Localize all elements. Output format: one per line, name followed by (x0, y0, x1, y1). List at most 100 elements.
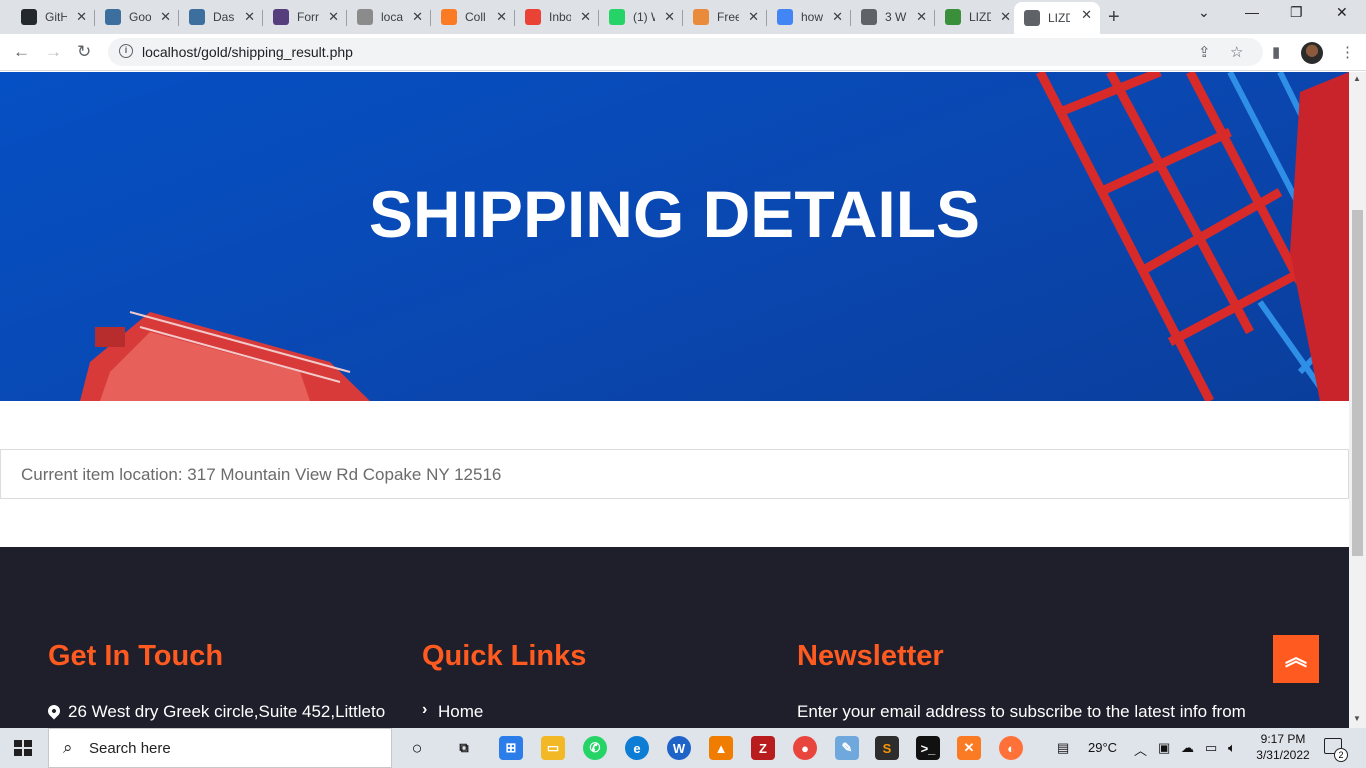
browser-tab[interactable]: (1) W ✕ (599, 4, 683, 30)
notification-count-badge: 2 (1334, 748, 1348, 762)
side-panel-icon[interactable]: ▮ (1272, 43, 1280, 61)
task-view-icon[interactable]: ⧉ (452, 736, 476, 760)
filezilla-icon[interactable]: Z (751, 736, 775, 760)
browser-tab[interactable]: Inbo ✕ (515, 4, 599, 30)
footer-address: 26 West dry Greek circle,Suite 452,Littl… (68, 702, 386, 721)
tab-search-icon[interactable]: ⌄ (1198, 4, 1210, 21)
wordweb-icon[interactable]: W (667, 736, 691, 760)
terminal-icon[interactable]: >_ (916, 736, 940, 760)
browser-tab[interactable]: GitH ✕ (11, 4, 95, 30)
profile-avatar[interactable] (1301, 42, 1323, 64)
onedrive-cloud-icon[interactable]: ☁ (1181, 740, 1194, 756)
quick-links-heading: Quick Links (422, 640, 587, 672)
address-bar[interactable]: i localhost/gold/shipping_result.php ⇪ ☆ (108, 38, 1263, 66)
site-info-icon[interactable]: i (119, 44, 133, 58)
hero-banner: SHIPPING DETAILS (0, 72, 1349, 401)
url-text[interactable]: localhost/gold/shipping_result.php (142, 44, 353, 60)
footer-link-home[interactable]: Home (438, 702, 483, 722)
search-icon: ⌕ (63, 738, 73, 757)
bootstrap-icon (273, 9, 289, 25)
close-tab-icon[interactable]: ✕ (748, 9, 759, 25)
web-page: SHIPPING DETAILS Current item location: … (0, 72, 1349, 728)
temperature-text[interactable]: 29°C (1088, 740, 1117, 755)
clock-date: 3/31/2022 (1256, 748, 1310, 762)
scroll-down-arrow-icon[interactable]: ▼ (1353, 714, 1361, 723)
tab-title: Das (213, 10, 235, 24)
browser-tab[interactable]: how ✕ (767, 4, 851, 30)
new-tab-button[interactable]: + (1108, 6, 1120, 29)
bookmark-star-icon[interactable]: ☆ (1230, 43, 1243, 61)
forward-icon[interactable]: → (45, 42, 62, 62)
browser-tab[interactable]: Coll ✕ (431, 4, 515, 30)
scrollbar-thumb[interactable] (1352, 210, 1363, 556)
weather-icon[interactable]: ▤ (1057, 740, 1069, 756)
xampp-icon[interactable]: ✕ (957, 736, 981, 760)
globe-icon (1024, 10, 1040, 26)
close-tab-icon[interactable]: ✕ (1000, 9, 1011, 25)
close-tab-icon[interactable]: ✕ (412, 9, 423, 25)
tray-chevron-up-icon[interactable]: ︿ (1134, 740, 1147, 759)
close-tab-icon[interactable]: ✕ (328, 9, 339, 25)
sublime-text-icon[interactable]: S (875, 736, 899, 760)
tab-title: LIZD (1048, 11, 1070, 25)
box-icon (693, 9, 709, 25)
browser-tab[interactable]: Das ✕ (179, 4, 263, 30)
scroll-up-arrow-icon[interactable]: ▲ (1353, 74, 1361, 83)
browser-tab[interactable]: 3 W ✕ (851, 4, 935, 30)
github-icon (21, 9, 37, 25)
volume-icon[interactable]: 🔈︎ (1228, 740, 1236, 756)
close-tab-icon[interactable]: ✕ (916, 9, 927, 25)
whatsapp-icon[interactable]: ✆ (583, 736, 607, 760)
back-icon[interactable]: ← (13, 42, 30, 62)
browser-tab[interactable]: LIZD ✕ (935, 4, 1019, 30)
firefox-icon[interactable]: ◐ (999, 736, 1023, 760)
browser-tab-bar: GitH✕Goo✕Das✕Forr✕loca✕Coll✕Inbo✕(1) W✕F… (0, 0, 1366, 34)
close-tab-icon[interactable]: ✕ (496, 9, 507, 25)
battery-icon[interactable]: ▭ (1205, 740, 1217, 756)
meet-now-icon[interactable]: ▣ (1158, 740, 1170, 756)
vlc-icon[interactable]: ▲ (709, 736, 733, 760)
earth-icon (945, 9, 961, 25)
browser-tab[interactable]: Goo ✕ (95, 4, 179, 30)
close-tab-icon[interactable]: ✕ (580, 9, 591, 25)
close-tab-icon[interactable]: ✕ (76, 9, 87, 25)
taskbar-search-placeholder[interactable]: Search here (89, 740, 171, 757)
google-icon (777, 9, 793, 25)
chevron-right-icon: › (422, 701, 428, 718)
close-tab-icon[interactable]: ✕ (664, 9, 675, 25)
edge-icon[interactable]: e (625, 736, 649, 760)
browser-tab[interactable]: Forr ✕ (263, 4, 347, 30)
location-pin-icon (45, 702, 63, 720)
close-tab-icon[interactable]: ✕ (244, 9, 255, 25)
share-icon[interactable]: ⇪ (1198, 43, 1211, 61)
browser-tab[interactable]: Free ✕ (683, 4, 767, 30)
tab-title: Forr (297, 10, 319, 24)
browser-tab[interactable]: loca ✕ (347, 4, 431, 30)
crane-left (80, 311, 370, 401)
windows-taskbar: ⌕ Search here ○ ⧉ ⊞ ▭ ✆ e W ▲ Z ● ✎ S >_… (0, 728, 1366, 768)
taskbar-search[interactable]: ⌕ Search here (48, 728, 392, 768)
microsoft-store-icon[interactable]: ⊞ (499, 736, 523, 760)
chrome-icon[interactable]: ● (793, 736, 817, 760)
close-tab-icon[interactable]: ✕ (160, 9, 171, 25)
windows-start-icon[interactable] (14, 740, 32, 756)
browser-tab[interactable]: LIZD ✕ (1014, 2, 1100, 34)
file-explorer-icon[interactable]: ▭ (541, 736, 565, 760)
notes-icon[interactable]: ✎ (835, 736, 859, 760)
minimize-icon[interactable]: — (1245, 4, 1259, 20)
page-title: SHIPPING DETAILS (368, 177, 981, 251)
newsletter-heading: Newsletter (797, 640, 944, 672)
restore-icon[interactable]: ❐ (1290, 4, 1303, 21)
back-to-top-button[interactable]: ︽ (1273, 635, 1319, 683)
close-window-icon[interactable]: ✕ (1336, 4, 1348, 21)
page-scrollbar[interactable]: ▲ ▼ (1349, 72, 1366, 728)
cortana-icon[interactable]: ○ (405, 736, 429, 760)
whatsapp-icon (609, 9, 625, 25)
system-clock[interactable]: 9:17 PM 3/31/2022 (1252, 731, 1314, 763)
site-footer: Get In Touch 26 West dry Greek circle,Su… (0, 547, 1349, 728)
reload-icon[interactable]: ↻ (77, 42, 91, 62)
newsletter-description: Enter your email address to subscribe to… (797, 702, 1246, 721)
close-tab-icon[interactable]: ✕ (1081, 7, 1092, 23)
close-tab-icon[interactable]: ✕ (832, 9, 843, 25)
menu-kebab-icon[interactable]: ⋮ (1340, 43, 1355, 61)
